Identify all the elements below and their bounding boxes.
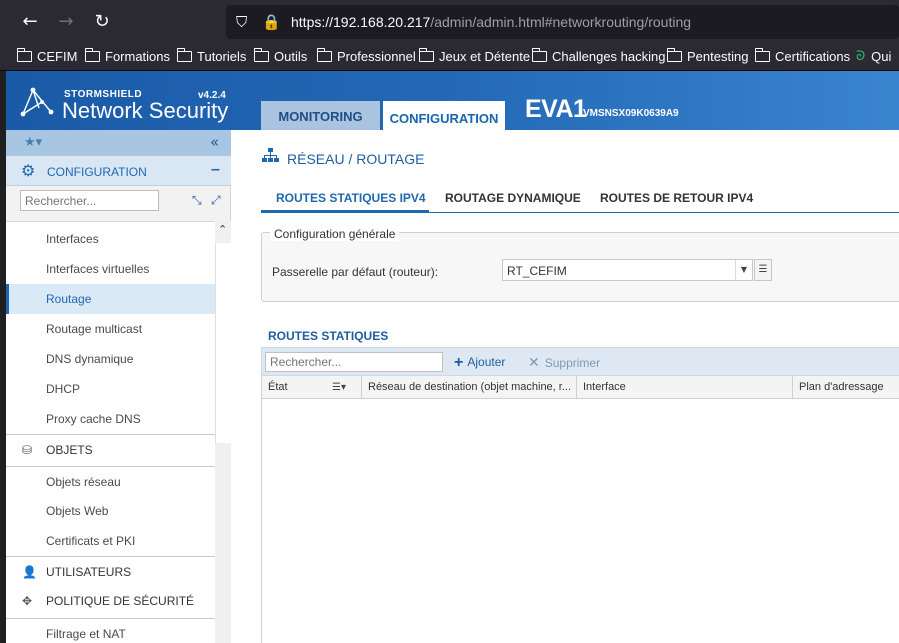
browser-toolbar: ← → ↻ ⛉ 🔒 https://192.168.20.217/admin/a… (0, 0, 899, 44)
folder-icon (84, 48, 100, 62)
tab-monitoring[interactable]: MONITORING (261, 101, 380, 130)
sidebar-menu-list: Interfaces Interfaces virtuelles Routage… (6, 221, 215, 643)
address-bar[interactable]: ⛉ 🔒 https://192.168.20.217/admin/admin.h… (226, 5, 899, 39)
close-icon: ✕ (528, 354, 540, 370)
bookmark-folder-pentesting[interactable]: Pentesting (666, 48, 748, 64)
column-header-state[interactable]: État ☰▾ (262, 376, 362, 399)
routes-search-input[interactable] (265, 352, 443, 372)
bookmark-folder-formations[interactable]: Formations (84, 48, 170, 64)
bookmark-folder-cefim[interactable]: CEFIM (16, 48, 77, 64)
config-menu-header[interactable]: ⚙ CONFIGURATION – (6, 156, 231, 186)
sidebar-item-routage[interactable]: Routage (6, 284, 215, 314)
tab-static-routes-ipv4[interactable]: ROUTES STATIQUES IPV4 (276, 191, 426, 205)
bookmark-folder-challenges[interactable]: Challenges hacking (531, 48, 665, 64)
folder-icon (666, 48, 682, 62)
expand-all-icon[interactable]: ⤢ (211, 193, 221, 208)
config-menu-label: CONFIGURATION (47, 165, 147, 179)
sidebar-scrollbar[interactable]: ⌃ (215, 221, 231, 643)
stormshield-app: STORMSHIELD Network Security v4.2.4 MONI… (0, 71, 899, 643)
active-tab-underline (261, 210, 429, 213)
general-config-fieldset: Configuration générale Passerelle par dé… (261, 227, 899, 302)
gateway-select[interactable]: RT_CEFIM ▼ (502, 259, 753, 281)
sidebar-item-dns-dynamique[interactable]: DNS dynamique (6, 344, 215, 374)
routing-tabs: ROUTES STATIQUES IPV4 ROUTAGE DYNAMIQUE … (261, 180, 899, 213)
sidebar-section-objets[interactable]: ⛁ OBJETS (6, 434, 215, 465)
bookmark-folder-certifications[interactable]: Certifications (754, 48, 850, 64)
folder-icon (531, 48, 547, 62)
bookmark-folder-outils[interactable]: Outils (253, 48, 307, 64)
sidebar-section-politique[interactable]: ✥ POLITIQUE DE SÉCURITÉ (6, 586, 215, 617)
network-icon (262, 148, 279, 162)
general-config-legend: Configuration générale (270, 227, 400, 241)
add-route-button[interactable]: + Ajouter (454, 354, 505, 372)
app-header: STORMSHIELD Network Security v4.2.4 MONI… (6, 71, 899, 130)
routes-toolbar: +Ajouter ✕Supprimer (261, 347, 899, 376)
database-icon: ⛁ (22, 443, 33, 457)
page-title: RÉSEAU / ROUTAGE (287, 151, 425, 167)
gear-icon: ⚙ (21, 161, 36, 180)
sidebar-item-virtual-interfaces[interactable]: Interfaces virtuelles (6, 254, 215, 284)
sidebar-section-utilisateurs[interactable]: 👤 UTILISATEURS (6, 556, 215, 587)
url-text[interactable]: https://192.168.20.217/admin/admin.html#… (291, 14, 691, 30)
sidebar-item-dhcp[interactable]: DHCP (6, 374, 215, 404)
sidebar: ★▾ « ⚙ CONFIGURATION – ⤡ ⤢ Interfaces In… (6, 130, 231, 643)
scrollbar-thumb[interactable] (215, 243, 231, 443)
bookmark-folder-jeux[interactable]: Jeux et Détente (418, 48, 530, 64)
folder-icon (418, 48, 434, 62)
sidebar-item-certificats-pki[interactable]: Certificats et PKI (6, 526, 215, 556)
tab-dynamic-routing[interactable]: ROUTAGE DYNAMIQUE (445, 191, 581, 205)
star-dropdown-icon[interactable]: ★▾ (24, 135, 42, 150)
sidebar-search-input[interactable] (20, 190, 159, 211)
sidebar-item-routage-multicast[interactable]: Routage multicast (6, 314, 215, 344)
bookmark-qui[interactable]: ᘐ Qui (856, 49, 891, 64)
plus-icon: + (454, 354, 464, 371)
collapse-sidebar-icon[interactable]: « (210, 133, 219, 151)
sidebar-item-objets-web[interactable]: Objets Web (6, 496, 215, 526)
sidebar-item-proxy-cache-dns[interactable]: Proxy cache DNS (6, 404, 215, 434)
bookmarks-bar: CEFIM Formations Tutoriels Outils Profes… (0, 44, 899, 71)
column-header-addressing-plan[interactable]: Plan d'adressage (793, 376, 899, 399)
folder-icon (754, 48, 770, 62)
forward-arrow-icon[interactable]: → (54, 10, 78, 34)
collapse-all-icon[interactable]: ⤡ (192, 193, 202, 208)
folder-icon (316, 48, 332, 62)
bookmark-folder-professionnel[interactable]: Professionnel (316, 48, 416, 64)
sidebar-item-interfaces[interactable]: Interfaces (6, 224, 215, 254)
folder-icon (16, 48, 32, 62)
tab-configuration[interactable]: CONFIGURATION (383, 101, 505, 130)
collapse-section-icon[interactable]: – (211, 161, 220, 179)
firewall-name: EVA1 (525, 95, 587, 123)
lock-warning-icon[interactable]: 🔒 (262, 13, 281, 31)
gateway-label: Passerelle par défaut (routeur): (272, 265, 439, 279)
bookmark-folder-tutoriels[interactable]: Tutoriels (176, 48, 246, 64)
chevron-down-icon[interactable]: ▼ (735, 260, 752, 280)
sidebar-item-objets-reseau[interactable]: Objets réseau (6, 466, 215, 496)
static-routes-grid: État ☰▾ Réseau de destination (objet mac… (261, 376, 899, 643)
product-name: Network Security (62, 98, 229, 123)
firewall-serial: VMSNSX09K0639A9 (583, 108, 679, 119)
tab-return-routes-ipv4[interactable]: ROUTES DE RETOUR IPV4 (600, 191, 753, 205)
sort-filter-icon[interactable]: ☰▾ (332, 376, 346, 399)
column-header-destination[interactable]: Réseau de destination (objet machine, r.… (362, 376, 577, 399)
back-arrow-icon[interactable]: ← (18, 10, 42, 34)
user-icon: 👤 (22, 565, 37, 579)
site-favicon-icon: ᘐ (856, 49, 866, 64)
shield-icon[interactable]: ⛉ (236, 13, 247, 31)
sidebar-item-filtrage-nat[interactable]: Filtrage et NAT (6, 618, 215, 643)
policy-move-icon: ✥ (22, 594, 33, 608)
folder-icon (176, 48, 192, 62)
static-routes-title: ROUTES STATIQUES (268, 329, 389, 343)
reload-icon[interactable]: ↻ (90, 10, 114, 34)
version-label: v4.2.4 (198, 90, 226, 101)
folder-icon (253, 48, 269, 62)
delete-route-button[interactable]: ✕ Supprimer (528, 354, 600, 371)
object-list-icon[interactable]: ☰ (754, 259, 772, 281)
column-header-interface[interactable]: Interface (577, 376, 793, 399)
main-content: RÉSEAU / ROUTAGE ROUTES STATIQUES IPV4 R… (231, 130, 899, 643)
favorites-bar: ★▾ « (6, 130, 231, 156)
scroll-up-icon[interactable]: ⌃ (218, 223, 227, 236)
gateway-value: RT_CEFIM (507, 264, 567, 278)
grid-header: État ☰▾ Réseau de destination (objet mac… (262, 376, 899, 399)
stormshield-logo-icon (20, 87, 54, 117)
